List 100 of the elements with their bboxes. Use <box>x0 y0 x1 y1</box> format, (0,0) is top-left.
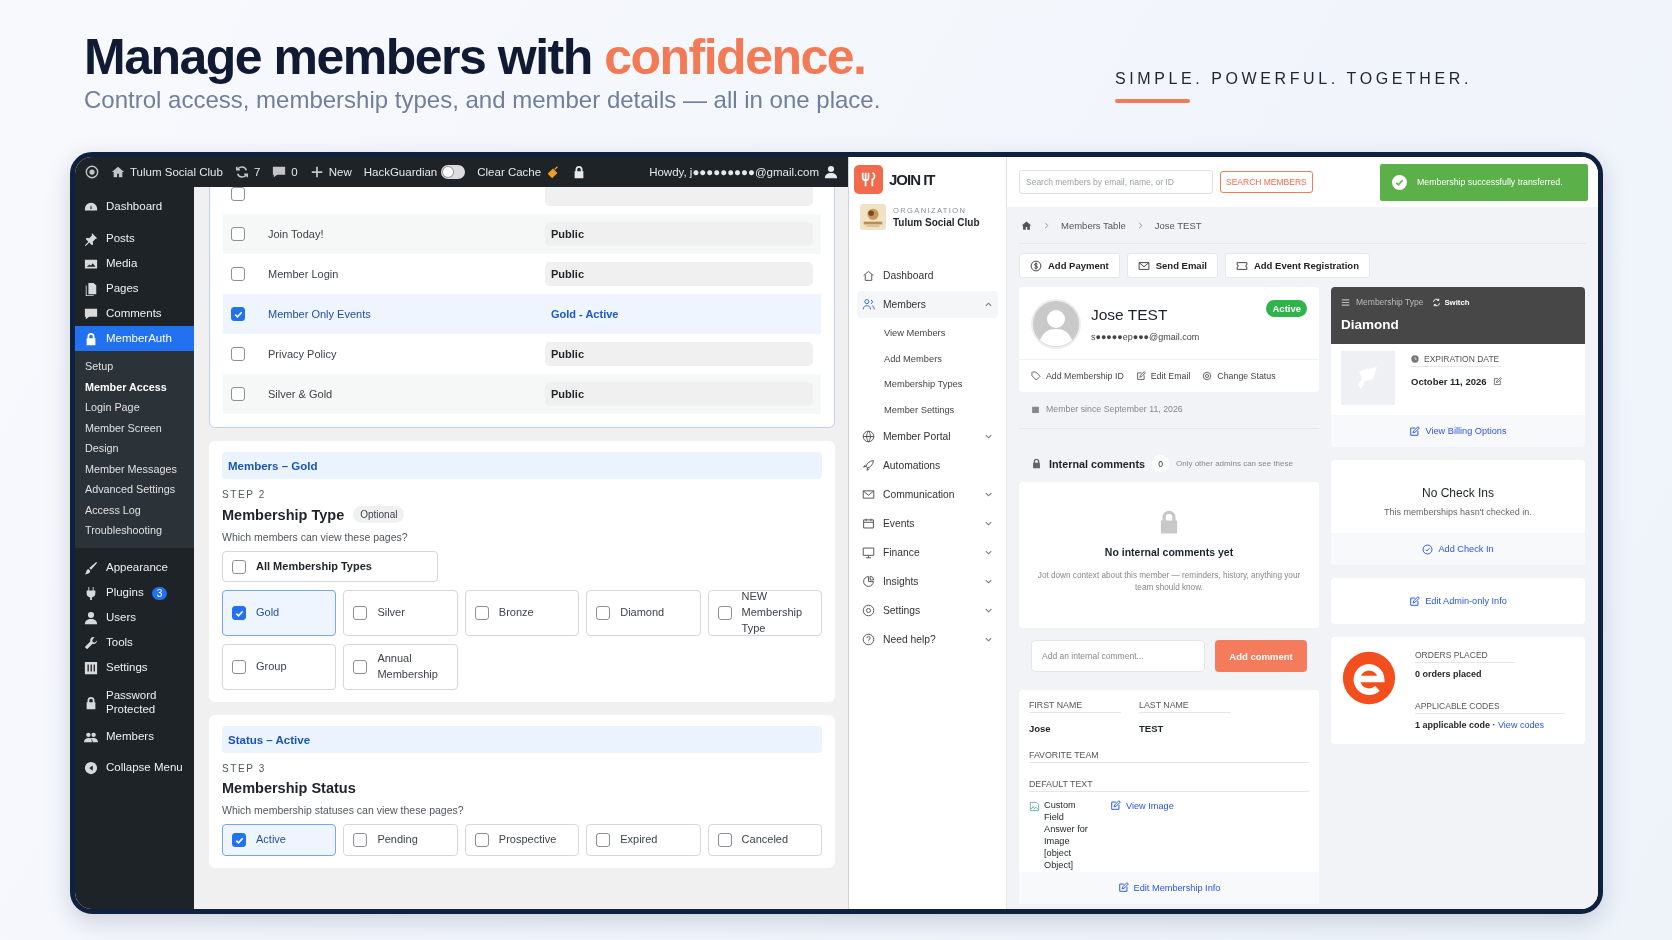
view-image-link[interactable]: View Image <box>1110 800 1174 811</box>
checkbox[interactable] <box>717 606 732 620</box>
comments-link[interactable]: 0 <box>272 165 298 179</box>
billing-link[interactable]: View Billing Options <box>1409 425 1507 437</box>
menu-item[interactable]: Members <box>75 724 194 750</box>
nav-item[interactable]: Dashboard <box>857 262 998 289</box>
member-action-link[interactable]: Edit Email <box>1135 371 1191 381</box>
checkbox[interactable] <box>232 559 246 574</box>
nav-item[interactable]: Automations <box>857 451 998 479</box>
envelope-icon <box>862 487 875 501</box>
checkbox[interactable] <box>596 606 611 620</box>
submenu-item[interactable]: Add Members <box>884 345 998 372</box>
chevron-icon <box>984 300 993 309</box>
menu-item[interactable]: Settings <box>75 655 194 681</box>
member-action-link[interactable]: Add Membership ID <box>1031 371 1124 381</box>
checkbox[interactable] <box>596 833 611 847</box>
checkbox[interactable] <box>474 833 489 847</box>
edit-icon[interactable] <box>1492 377 1502 386</box>
account-link[interactable]: Howdy, j●●●●●●●●●@gmail.com <box>649 165 838 179</box>
nav-item[interactable]: Members <box>857 291 998 318</box>
option-tile[interactable]: Expired <box>586 824 701 856</box>
checkbox[interactable] <box>231 267 245 281</box>
nav-item[interactable]: Events <box>857 509 998 537</box>
menu-item[interactable]: Password Protected <box>75 686 194 719</box>
site-link[interactable]: Tulum Social Club <box>111 165 223 179</box>
users-icon <box>862 298 875 311</box>
menu-item[interactable]: Comments <box>75 301 194 326</box>
option-tile[interactable]: Prospective <box>464 824 580 856</box>
add-check-in-link[interactable]: Add Check In <box>1422 543 1494 555</box>
option-tile[interactable]: Silver <box>343 590 458 636</box>
submenu-item[interactable]: View Members <box>884 320 998 346</box>
breadcrumb-link[interactable]: Members Table <box>1061 219 1126 231</box>
menu-item[interactable]: Tools <box>75 630 194 656</box>
edit-membership-link[interactable]: Edit Membership Info <box>1117 882 1221 894</box>
checkbox[interactable] <box>353 833 368 847</box>
search-field[interactable]: Search members by email, name, or ID <box>1019 170 1213 194</box>
option-tile[interactable]: Group <box>222 644 337 690</box>
menu-item[interactable]: MemberAuth <box>75 326 194 351</box>
submenu-item[interactable]: Member Settings <box>884 397 998 423</box>
checkbox[interactable] <box>231 347 245 361</box>
checkbox[interactable] <box>231 387 245 401</box>
action-button[interactable]: Add Event Registration <box>1224 253 1370 278</box>
option-tile[interactable]: Canceled <box>707 824 822 856</box>
submenu-item[interactable]: Member Screen <box>75 418 194 439</box>
clear-cache-link[interactable]: Clear Cache <box>477 165 561 179</box>
checkbox[interactable] <box>232 833 246 847</box>
checkbox[interactable] <box>232 606 246 620</box>
breadcrumb-link[interactable]: Jose TEST <box>1154 219 1202 231</box>
option-tile[interactable]: Bronze <box>464 590 580 636</box>
submenu-item[interactable]: Member Access <box>75 377 194 398</box>
checkbox[interactable] <box>231 227 245 241</box>
checkbox[interactable] <box>353 606 368 620</box>
checkbox[interactable] <box>717 833 732 847</box>
menu-item[interactable]: Appearance <box>75 555 194 581</box>
nav-item[interactable]: Member Portal <box>857 422 998 450</box>
menu-item[interactable]: Pages <box>75 276 194 301</box>
updates-link[interactable]: 7 <box>234 165 261 179</box>
home-icon[interactable] <box>1021 219 1032 231</box>
menu-item[interactable]: Collapse Menu <box>75 755 194 781</box>
submenu-item[interactable]: Access Log <box>75 500 194 521</box>
checkbox[interactable] <box>232 660 246 674</box>
checkbox[interactable] <box>231 307 245 321</box>
menu-item[interactable]: Users <box>75 605 194 631</box>
submenu-item[interactable]: Troubleshooting <box>75 521 194 542</box>
check-circle-icon <box>1392 174 1407 190</box>
hint-text: Only other admins can see these <box>1176 459 1293 468</box>
nav-item[interactable]: Finance <box>857 538 998 566</box>
submenu-item[interactable]: Membership Types <box>884 371 998 398</box>
checkbox[interactable] <box>231 187 245 201</box>
checkbox[interactable] <box>353 660 368 674</box>
menu-item[interactable]: Plugins 3 <box>75 580 194 606</box>
submenu-item[interactable]: Login Page <box>75 398 194 419</box>
option-tile[interactable]: Diamond <box>586 590 701 636</box>
nav-item[interactable]: Need help? <box>857 625 998 653</box>
comment-field[interactable]: Add an internal comment... <box>1031 640 1205 672</box>
nav-item[interactable]: Communication <box>857 480 998 508</box>
submenu-item[interactable]: Advanced Settings <box>75 480 194 501</box>
checkbox[interactable] <box>474 606 489 620</box>
view-codes-link[interactable]: View codes <box>1498 720 1544 730</box>
submenu-item[interactable]: Design <box>75 439 194 460</box>
menu-item[interactable]: Media <box>75 251 194 276</box>
action-button[interactable]: Add Payment <box>1019 253 1120 278</box>
nav-item[interactable]: Settings <box>857 596 998 624</box>
menu-item[interactable]: Posts <box>75 226 194 251</box>
option-tile[interactable]: Active <box>222 824 337 856</box>
option-tile[interactable]: Gold <box>222 590 337 636</box>
new-link[interactable]: New <box>309 165 352 179</box>
option-tile[interactable]: Annual Membership <box>343 644 458 690</box>
toggle-switch[interactable] <box>441 165 466 179</box>
action-button[interactable]: Send Email <box>1126 253 1218 278</box>
option-tile[interactable]: NEW Membership Type <box>707 590 822 636</box>
plugin-link[interactable]: HackGuardian <box>363 166 438 178</box>
option-tile[interactable]: All Membership Types <box>222 551 438 582</box>
admin-info-link[interactable]: Edit Admin-only Info <box>1409 595 1507 607</box>
submenu-item[interactable]: Member Messages <box>75 459 194 480</box>
nav-item[interactable]: Insights <box>857 567 998 595</box>
submenu-item[interactable]: Setup <box>75 357 194 378</box>
menu-item[interactable]: Dashboard <box>75 194 194 219</box>
option-tile[interactable]: Pending <box>343 824 458 856</box>
member-action-link[interactable]: Change Status <box>1202 371 1276 381</box>
